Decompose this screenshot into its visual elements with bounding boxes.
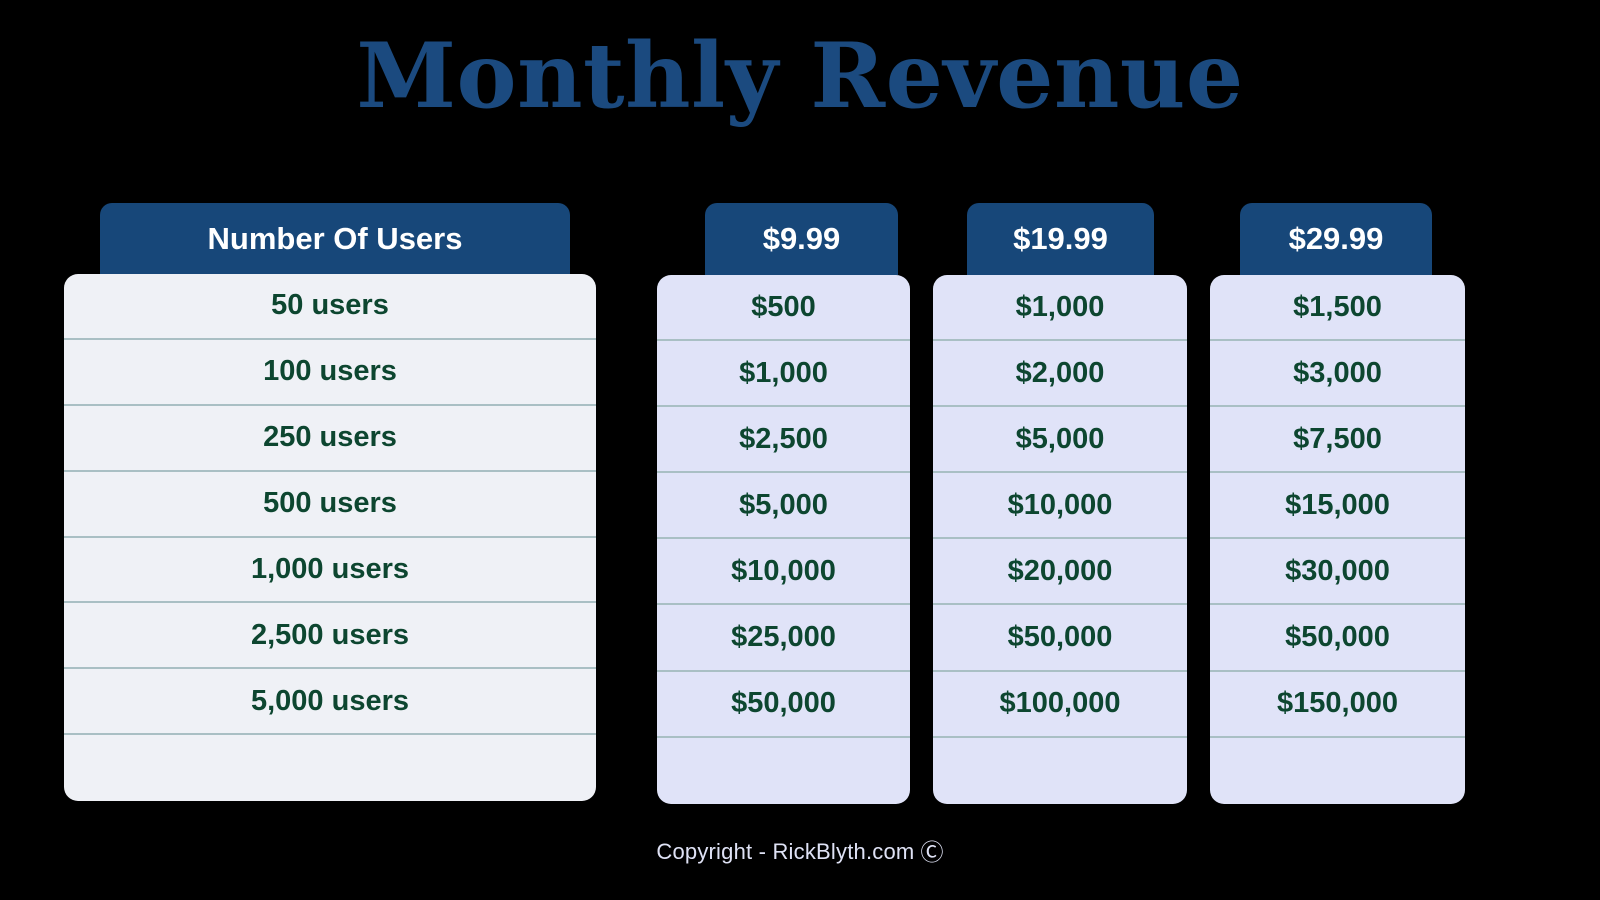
price-0-cell: $500 (657, 275, 910, 342)
price-0-cell: $1,000 (657, 341, 910, 408)
price-1-cell: $20,000 (933, 539, 1187, 606)
price-2-cell: $150,000 (1210, 672, 1465, 738)
price-0-cell: $25,000 (657, 605, 910, 672)
users-cell (64, 735, 596, 801)
price-2-cell: $15,000 (1210, 473, 1465, 540)
footer-copyright: Copyright - RickBlyth.com Ⓒ (0, 833, 1600, 867)
price-1-cell: $1,000 (933, 275, 1187, 342)
price-0-cell: $10,000 (657, 539, 910, 606)
pricing-table: Number Of Users 50 users 100 users 250 use… (0, 0, 1600, 900)
price-2-cell: $30,000 (1210, 539, 1465, 606)
column-header-price-9-99: $9.99 (705, 203, 898, 275)
users-cell: 50 users (64, 274, 596, 340)
column-price-29-99: $29.99 $1,500 $3,000 $7,500 $15,000 $30,000 $… (1210, 199, 1465, 809)
users-cell: 100 users (64, 340, 596, 406)
column-header-number-of-users: Number Of Users (100, 203, 570, 274)
price-0-cell: $50,000 (657, 672, 910, 738)
price-2-cell: $1,500 (1210, 275, 1465, 342)
price-0-cell: $2,500 (657, 407, 910, 474)
users-cell: 500 users (64, 472, 596, 538)
column-panel-price-29-99: $1,500 $3,000 $7,500 $15,000 $30,000 $50,000 $… (1210, 275, 1465, 804)
price-2-cell: $3,000 (1210, 341, 1465, 408)
price-1-cell: $10,000 (933, 473, 1187, 540)
price-1-cell: $50,000 (933, 605, 1187, 672)
price-2-cell (1210, 738, 1465, 804)
price-0-cell: $5,000 (657, 473, 910, 540)
column-price-19-99: $19.99 $1,000 $2,000 $5,000 $10,000 $20,000 $… (933, 199, 1187, 809)
price-2-cell: $7,500 (1210, 407, 1465, 474)
column-panel-number-of-users: 50 users 100 users 250 users 500 users 1,000… (64, 274, 596, 801)
copyright-icon: Ⓒ (920, 839, 944, 865)
users-cell: 1,000 users (64, 538, 596, 604)
users-cell: 5,000 users (64, 669, 596, 736)
price-1-cell: $100,000 (933, 672, 1187, 738)
column-header-price-19-99: $19.99 (967, 203, 1154, 275)
price-1-cell: $5,000 (933, 407, 1187, 474)
column-number-of-users: Number Of Users 50 users 100 users 250 use… (64, 203, 596, 803)
users-cell: 2,500 users (64, 603, 596, 670)
price-1-cell: $2,000 (933, 341, 1187, 408)
price-2-cell: $50,000 (1210, 605, 1465, 672)
column-price-9-99: $9.99 $500 $1,000 $2,500 $5,000 $10,000 $25,0… (657, 199, 910, 809)
price-0-cell (657, 738, 910, 804)
revenue-table-page: Monthly Revenue Number Of Users 50 users… (0, 0, 1600, 900)
users-cell: 250 users (64, 406, 596, 472)
column-panel-price-19-99: $1,000 $2,000 $5,000 $10,000 $20,000 $50,000 $… (933, 275, 1187, 804)
column-panel-price-9-99: $500 $1,000 $2,500 $5,000 $10,000 $25,000 $50,… (657, 275, 910, 804)
copyright-text: Copyright - RickBlyth.com (656, 839, 915, 864)
column-header-price-29-99: $29.99 (1240, 203, 1432, 275)
price-1-cell (933, 738, 1187, 804)
